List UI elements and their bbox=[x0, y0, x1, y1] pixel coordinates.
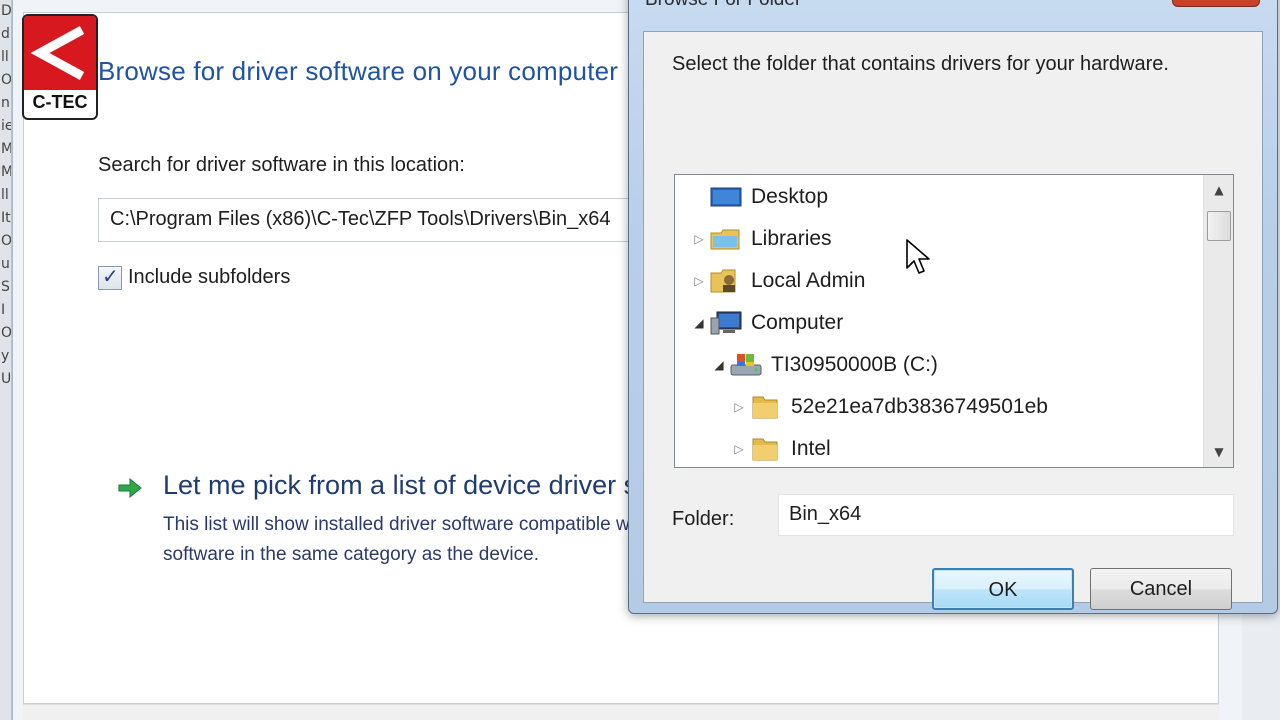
dialog-title: Browse For Folder bbox=[645, 0, 801, 11]
edge-glyph: n bbox=[1, 95, 10, 111]
cancel-button[interactable]: Cancel bbox=[1090, 568, 1232, 610]
folder-tree[interactable]: Desktop ▷ Libraries ▷ Local Admin ◢ Comp… bbox=[674, 174, 1234, 468]
logo-text: C-TEC bbox=[32, 92, 88, 112]
close-button[interactable] bbox=[1172, 0, 1260, 7]
tree-item-label: 52e21ea7db3836749501eb bbox=[791, 395, 1048, 418]
edge-glyph: Di bbox=[1, 3, 12, 19]
edge-glyph: S bbox=[1, 279, 10, 295]
tree-item-label: Desktop bbox=[751, 185, 829, 208]
expand-arrow-icon[interactable]: ▷ bbox=[689, 274, 709, 288]
tree-item-label: Libraries bbox=[751, 227, 832, 250]
wizard-button-bar bbox=[23, 704, 1219, 720]
c-tec-logo: C-TEC bbox=[22, 14, 98, 120]
background-window-edge: Di di ll O n ie M M ll It O u S I O y Ui bbox=[0, 0, 12, 720]
include-subfolders-checkbox[interactable]: ✓ bbox=[98, 264, 122, 290]
folder-label: Folder: bbox=[672, 508, 735, 530]
tree-item-libraries[interactable]: ▷ Libraries bbox=[689, 218, 832, 260]
edge-glyph: O bbox=[1, 325, 12, 341]
tree-item-intel[interactable]: ▷ Intel bbox=[729, 428, 831, 467]
folder-icon bbox=[749, 435, 783, 463]
tree-item-local-admin[interactable]: ▷ Local Admin bbox=[689, 260, 865, 302]
tree-item-label: Intel bbox=[791, 437, 831, 460]
edge-glyph: di bbox=[1, 26, 11, 42]
include-subfolders-label[interactable]: Include subfolders bbox=[128, 266, 290, 289]
logo-mark bbox=[24, 16, 96, 90]
mouse-cursor-icon bbox=[906, 239, 930, 274]
collapse-arrow-icon[interactable]: ◢ bbox=[689, 316, 709, 330]
folder-icon bbox=[749, 393, 783, 421]
tree-item-hash-folder[interactable]: ▷ 52e21ea7db3836749501eb bbox=[729, 386, 1048, 428]
driver-path-input[interactable]: C:\Program Files (x86)\C-Tec\ZFP Tools\D… bbox=[98, 198, 658, 242]
page-title: Browse for driver software on your compu… bbox=[98, 56, 619, 86]
search-location-label: Search for driver software in this locat… bbox=[98, 154, 465, 176]
libraries-icon bbox=[709, 225, 743, 253]
edge-glyph: u bbox=[1, 256, 10, 272]
browse-for-folder-dialog: Browse For Folder Select the folder that… bbox=[628, 0, 1278, 614]
scroll-thumb[interactable] bbox=[1207, 211, 1231, 241]
folder-name-field[interactable]: Bin_x64 bbox=[778, 494, 1234, 536]
checkmark-icon: ✓ bbox=[102, 264, 119, 288]
edge-glyph: It bbox=[1, 210, 11, 226]
edge-glyph: ll bbox=[1, 187, 9, 203]
collapse-arrow-icon[interactable]: ◢ bbox=[709, 358, 729, 372]
tree-item-label: Local Admin bbox=[751, 269, 866, 292]
edge-glyph: O bbox=[1, 72, 12, 88]
green-arrow-icon bbox=[118, 477, 142, 499]
tree-item-label: TI30950000B (C:) bbox=[771, 353, 938, 376]
tree-item-desktop[interactable]: Desktop bbox=[689, 176, 828, 218]
logo-chevron-icon bbox=[30, 26, 85, 80]
tree-item-computer[interactable]: ◢ Computer bbox=[689, 302, 843, 344]
scroll-down-arrow-icon[interactable]: ▼ bbox=[1204, 437, 1233, 467]
edge-glyph: O bbox=[1, 233, 12, 249]
user-folder-icon bbox=[709, 267, 743, 295]
edge-glyph: ll bbox=[1, 49, 9, 65]
tree-scrollbar[interactable]: ▲ ▼ bbox=[1203, 175, 1233, 467]
edge-glyph: ie bbox=[1, 118, 11, 134]
edge-glyph: Ui bbox=[1, 371, 12, 387]
computer-icon bbox=[709, 309, 743, 337]
dialog-body: Select the folder that contains drivers … bbox=[643, 31, 1263, 610]
desktop-icon bbox=[709, 183, 743, 211]
expand-arrow-icon[interactable]: ▷ bbox=[729, 400, 749, 414]
edge-glyph: I bbox=[1, 302, 6, 318]
edge-glyph: y bbox=[1, 348, 10, 364]
drive-icon bbox=[729, 351, 763, 379]
expand-arrow-icon[interactable]: ▷ bbox=[689, 232, 709, 246]
ok-button[interactable]: OK bbox=[932, 568, 1074, 610]
tree-item-c-drive[interactable]: ◢ TI30950000B (C:) bbox=[709, 344, 938, 386]
scroll-up-arrow-icon[interactable]: ▲ bbox=[1204, 175, 1233, 205]
edge-glyph: M bbox=[1, 141, 12, 157]
tree-item-label: Computer bbox=[751, 311, 844, 334]
edge-glyph: M bbox=[1, 164, 12, 180]
dialog-prompt: Select the folder that contains drivers … bbox=[672, 53, 1169, 75]
expand-arrow-icon[interactable]: ▷ bbox=[729, 442, 749, 456]
